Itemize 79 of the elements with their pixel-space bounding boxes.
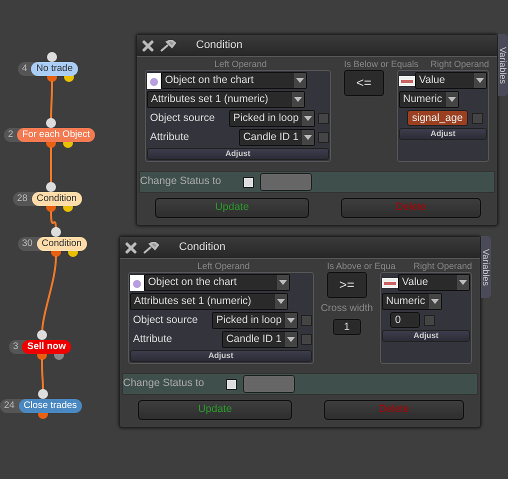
status-field[interactable] — [260, 173, 312, 191]
caret-icon — [448, 97, 456, 102]
input-port-icon[interactable] — [37, 330, 47, 340]
node-label[interactable]: Condition — [36, 237, 87, 251]
caret-icon — [476, 78, 484, 83]
dropdown[interactable]: Attributes set 1 (numeric) — [147, 91, 305, 108]
field-label: Attribute — [133, 332, 174, 347]
value-field[interactable]: 0 — [390, 312, 420, 328]
cross-width-field[interactable]: 1 — [332, 319, 361, 335]
dropdown[interactable]: Candle ID 1 — [222, 331, 298, 348]
adjust-button[interactable]: Adjust — [382, 330, 470, 342]
close-icon[interactable] — [125, 242, 137, 254]
dropdown[interactable]: Picked in loop — [229, 110, 315, 127]
field-label: Object source — [150, 110, 216, 126]
dropdown[interactable]: Value — [398, 274, 470, 291]
operator-button[interactable]: >= — [326, 272, 367, 298]
section-heading: Right Operand — [430, 59, 489, 70]
checkbox[interactable] — [424, 314, 435, 326]
close-icon[interactable] — [142, 40, 154, 52]
adjust-button[interactable]: Adjust — [130, 350, 312, 362]
checkbox[interactable] — [300, 315, 312, 326]
value-icon — [382, 278, 398, 288]
checkbox[interactable] — [243, 176, 254, 188]
field-label: Cross width — [320, 302, 373, 316]
input-port-icon[interactable] — [46, 118, 56, 128]
caret-icon — [277, 299, 285, 304]
pin-icon[interactable] — [143, 242, 159, 254]
dropdown[interactable]: Picked in loop — [212, 312, 298, 329]
node-label[interactable]: Condition — [32, 192, 82, 206]
caret-icon — [296, 78, 304, 83]
caret-icon — [431, 299, 439, 304]
section-heading: Left Operand — [213, 59, 268, 70]
object-icon — [130, 274, 144, 290]
variables-tab[interactable]: Variables — [498, 34, 508, 96]
status-field[interactable] — [243, 375, 296, 393]
operator-caption: Is Below or Equals — [344, 59, 419, 70]
caret-icon — [304, 116, 312, 121]
operator-caption: Is Above or Equa — [327, 261, 396, 272]
caret-icon — [286, 337, 295, 342]
node-label[interactable]: No trade — [31, 62, 78, 76]
node-label[interactable]: Sell now — [22, 340, 71, 354]
dropdown[interactable]: Numeric — [399, 91, 459, 108]
input-port-icon[interactable] — [38, 389, 48, 399]
pin-icon[interactable] — [160, 40, 176, 52]
dropdown[interactable]: Candle ID 1 — [239, 129, 315, 146]
field-label: Object source — [133, 312, 199, 328]
value-icon — [399, 76, 415, 86]
checkbox[interactable] — [300, 334, 312, 345]
variables-tab[interactable]: Variables — [481, 236, 491, 298]
dropdown[interactable]: Attributes set 1 (numeric) — [130, 293, 288, 310]
dropdown[interactable]: Object on the chart — [161, 72, 307, 89]
dropdown[interactable]: Object on the chart — [144, 274, 290, 291]
dropdown[interactable]: Numeric — [382, 293, 442, 310]
status-label: Change Status to — [140, 174, 222, 190]
checkbox[interactable] — [472, 112, 483, 124]
operator-button[interactable]: <= — [344, 70, 384, 96]
field-label: Attribute — [150, 130, 190, 145]
section-heading: Left Operand — [196, 261, 251, 272]
node-label[interactable]: Close trades — [18, 399, 82, 413]
section-heading: Right Operand — [413, 261, 472, 272]
caret-icon — [459, 280, 467, 285]
adjust-button[interactable]: Adjust — [147, 148, 329, 160]
checkbox[interactable] — [226, 378, 238, 390]
dropdown[interactable]: Value — [415, 72, 487, 89]
object-icon — [147, 72, 161, 88]
variable-field[interactable]: signal_age — [407, 110, 468, 126]
input-port-icon[interactable] — [46, 182, 56, 192]
adjust-button[interactable]: Adjust — [399, 128, 487, 140]
checkbox[interactable] — [318, 132, 329, 143]
status-label: Change Status to — [123, 376, 204, 392]
caret-icon — [304, 135, 312, 140]
input-port-icon[interactable] — [51, 227, 61, 237]
window-title: Condition — [196, 38, 242, 54]
checkbox[interactable] — [318, 113, 329, 124]
caret-icon — [294, 97, 302, 102]
caret-icon — [279, 280, 287, 285]
caret-icon — [286, 318, 295, 323]
window-title: Condition — [179, 240, 226, 256]
input-port-icon[interactable] — [47, 52, 57, 62]
